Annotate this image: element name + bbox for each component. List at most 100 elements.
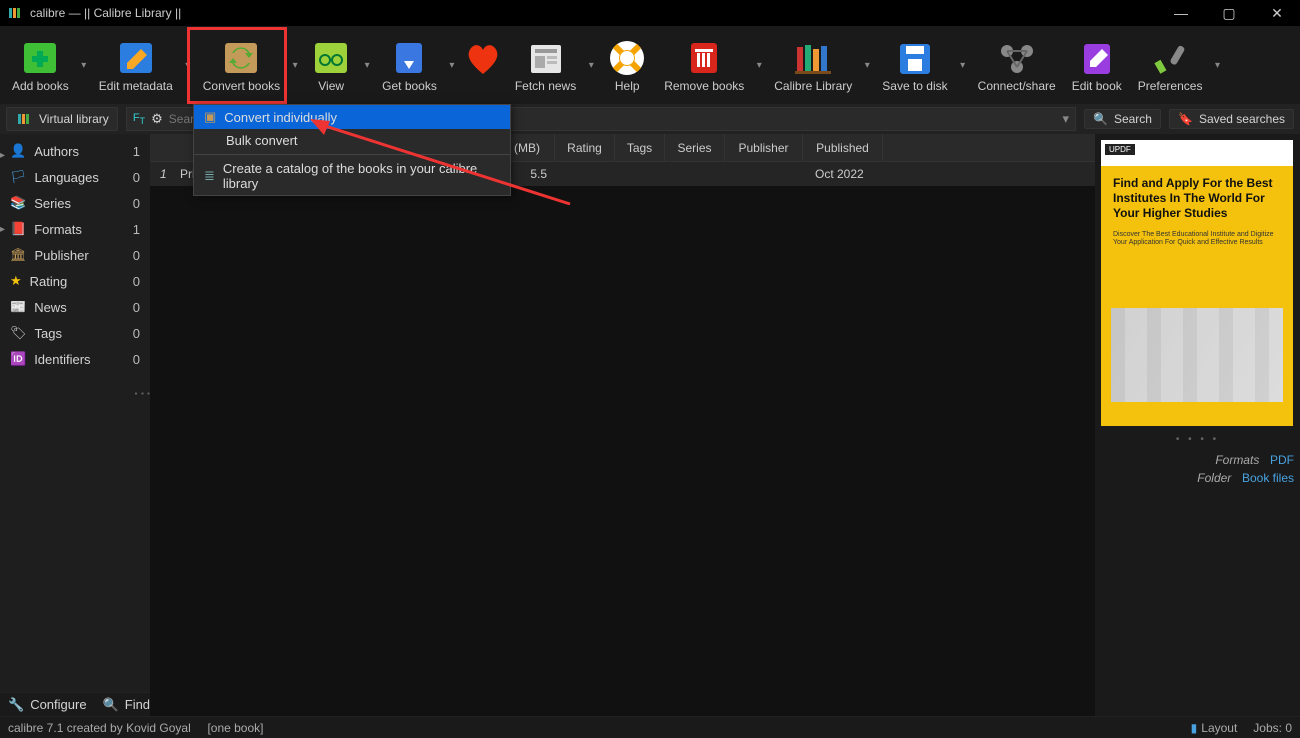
menu-create-catalog[interactable]: ≣ Create a catalog of the books in your … — [194, 157, 510, 195]
col-rating[interactable]: Rating — [555, 134, 615, 162]
cover-subtitle: Discover The Best Educational Institute … — [1101, 231, 1293, 248]
book-count-text: [one book] — [207, 721, 263, 735]
help-icon — [606, 37, 648, 79]
remove-books-dropdown[interactable]: ▾ — [752, 30, 766, 100]
book-cover[interactable]: UPDF Find and Apply For the Best Institu… — [1101, 140, 1293, 426]
annotation-highlight — [187, 27, 287, 104]
formats-icon: 📕 — [10, 221, 26, 237]
search-icon: 🔍 — [103, 697, 119, 713]
sidebar-item-tags[interactable]: 🏷Tags 0 — [0, 320, 150, 346]
minimize-button[interactable]: — — [1166, 5, 1196, 22]
sidebar-item-series[interactable]: 📚Series 0 — [0, 190, 150, 216]
view-icon — [310, 37, 352, 79]
cover-badge: UPDF — [1105, 144, 1135, 155]
maximize-button[interactable]: ▢ — [1214, 5, 1244, 22]
search-button[interactable]: 🔍 Search — [1084, 109, 1161, 129]
tags-icon: 🏷 — [10, 325, 27, 341]
col-publisher[interactable]: Publisher — [725, 134, 803, 162]
connect-share-icon — [995, 37, 1039, 79]
view-dropdown[interactable]: ▾ — [360, 30, 374, 100]
layout-icon: ▮ — [1191, 721, 1198, 735]
sidebar-item-languages[interactable]: 🏳Languages 0 — [0, 164, 150, 190]
convert-icon: ▣ — [204, 109, 216, 125]
tag-browser: ▸ 👤Authors 1 🏳Languages 0 📚Series 0 ▸ 📕F… — [0, 134, 150, 716]
cover-title: Find and Apply For the Best Institutes I… — [1101, 166, 1293, 231]
saved-searches-button[interactable]: 🔖 Saved searches — [1169, 109, 1294, 129]
save-to-disk-icon — [894, 37, 936, 79]
saved-searches-icon: 🔖 — [1178, 112, 1193, 126]
gear-icon[interactable]: ⚙ — [151, 111, 163, 127]
folder-link[interactable]: Book files — [1242, 471, 1294, 485]
sidebar-item-authors[interactable]: ▸ 👤Authors 1 — [0, 138, 150, 164]
app-icon — [6, 4, 24, 22]
calibre-library-button[interactable]: Calibre Library — [766, 30, 860, 100]
expand-icon[interactable]: ▸ — [0, 224, 5, 235]
window-title: calibre — || Calibre Library || — [30, 6, 181, 20]
preferences-button[interactable]: Preferences — [1130, 30, 1211, 100]
get-books-button[interactable]: Get books — [374, 30, 445, 100]
add-books-dropdown[interactable]: ▾ — [77, 30, 91, 100]
col-published[interactable]: Published — [803, 134, 883, 162]
fetch-news-dropdown[interactable]: ▾ — [584, 30, 598, 100]
book-list: (MB) Rating Tags Series Publisher Publis… — [150, 134, 1095, 716]
sidebar-item-formats[interactable]: ▸ 📕Formats 1 — [0, 216, 150, 242]
sidebar-item-rating[interactable]: ★Rating 0 — [0, 268, 150, 294]
jobs-button[interactable]: Jobs: 0 — [1253, 721, 1292, 735]
remove-books-icon — [683, 37, 725, 79]
edit-book-button[interactable]: Edit book — [1064, 30, 1130, 100]
view-button[interactable]: View — [302, 30, 360, 100]
preferences-dropdown[interactable]: ▾ — [1210, 30, 1224, 100]
calibre-library-icon — [791, 37, 835, 79]
formats-link[interactable]: PDF — [1270, 453, 1294, 467]
save-to-disk-dropdown[interactable]: ▾ — [956, 30, 970, 100]
virtual-library-button[interactable]: Virtual library — [6, 107, 118, 131]
sidebar-item-publisher[interactable]: 🏛Publisher 0 — [0, 242, 150, 268]
sidebar-item-news[interactable]: 📰News 0 — [0, 294, 150, 320]
authors-icon: 👤 — [10, 143, 26, 159]
catalog-icon: ≣ — [204, 168, 215, 184]
get-books-dropdown[interactable]: ▾ — [445, 30, 459, 100]
menu-bulk-convert[interactable]: Bulk convert — [194, 129, 510, 152]
sidebar-item-identifiers[interactable]: 🆔Identifiers 0 — [0, 346, 150, 372]
identifiers-icon: 🆔 — [10, 351, 26, 367]
edit-metadata-button[interactable]: Edit metadata — [91, 30, 181, 100]
remove-books-button[interactable]: Remove books — [656, 30, 752, 100]
col-series[interactable]: Series — [665, 134, 725, 162]
close-button[interactable]: ✕ — [1262, 5, 1292, 22]
cover-image — [1111, 308, 1283, 402]
books-icon — [15, 110, 33, 128]
menu-convert-individually[interactable]: ▣ Convert individually — [194, 105, 510, 129]
series-icon: 📚 — [10, 195, 26, 211]
save-to-disk-button[interactable]: Save to disk — [874, 30, 955, 100]
search-dropdown-icon[interactable]: ▾ — [1062, 111, 1069, 127]
connect-share-button[interactable]: Connect/share — [970, 30, 1064, 100]
expand-icon[interactable]: ▸ — [0, 150, 5, 161]
find-button[interactable]: 🔍Find — [103, 697, 150, 713]
help-button[interactable]: Help — [598, 30, 656, 100]
add-books-icon — [19, 37, 61, 79]
book-details-panel: UPDF Find and Apply For the Best Institu… — [1095, 134, 1300, 716]
folder-line: Folder Book files — [1101, 469, 1294, 487]
separator: • • • • — [1101, 434, 1294, 445]
col-tags[interactable]: Tags — [615, 134, 665, 162]
edit-book-icon — [1076, 37, 1118, 79]
preferences-icon — [1149, 37, 1191, 79]
heart-button[interactable] — [459, 30, 507, 100]
add-books-button[interactable]: Add books — [4, 30, 77, 100]
languages-icon: 🏳 — [10, 169, 27, 185]
convert-books-menu: ▣ Convert individually Bulk convert ≣ Cr… — [193, 104, 511, 196]
formats-line: Formats PDF — [1101, 451, 1294, 469]
calibre-library-dropdown[interactable]: ▾ — [860, 30, 874, 100]
publisher-icon: 🏛 — [10, 247, 27, 263]
convert-books-dropdown[interactable]: ▾ — [288, 30, 302, 100]
search-icon: 🔍 — [1093, 112, 1108, 126]
configure-button[interactable]: 🔧Configure — [8, 697, 87, 713]
status-bar: calibre 7.1 created by Kovid Goyal [one … — [0, 716, 1300, 738]
wrench-icon: 🔧 — [8, 697, 24, 713]
fulltext-icon[interactable]: FT — [133, 112, 145, 126]
credits-text: calibre 7.1 created by Kovid Goyal — [8, 721, 191, 735]
layout-button[interactable]: ▮Layout — [1191, 721, 1238, 735]
fetch-news-icon — [525, 37, 567, 79]
fetch-news-button[interactable]: Fetch news — [507, 30, 584, 100]
heart-icon — [461, 37, 505, 79]
